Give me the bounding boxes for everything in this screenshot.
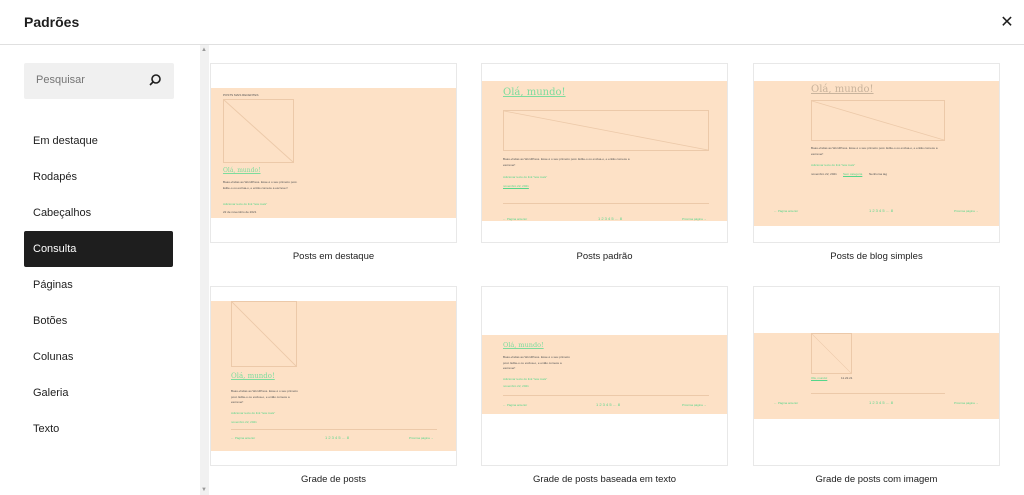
thumb-next: Próxima página →: [682, 217, 707, 221]
thumbnail-preview: POSTS MAIS RECENTES Olá, mundo! Boas-vin…: [211, 88, 456, 218]
thumb-excerpt: Boas-vindas ao WordPress. Esse é o seu p…: [223, 180, 298, 190]
close-icon[interactable]: ✕: [998, 12, 1016, 32]
thumb-date: 22 de novembro de 2021: [223, 210, 257, 214]
category-em-destaque[interactable]: Em destaque: [24, 123, 173, 159]
thumb-post-title: Olá, mundo!: [811, 376, 828, 380]
thumb-post-title: Olá, mundo!: [231, 372, 275, 380]
pattern-grade-posts-texto[interactable]: Olá, mundo! Boas-vindas ao WordPress. Es…: [481, 286, 728, 466]
category-galeria[interactable]: Galeria: [24, 375, 173, 411]
thumb-prev: ← Página anterior: [503, 403, 528, 407]
thumb-read-more: Adicionar texto do link "leia mais": [503, 377, 548, 381]
thumb-pages: 1 2 3 4 5 … 8: [869, 208, 894, 213]
scroll-up-arrow-icon[interactable]: ▲: [201, 47, 207, 53]
thumb-date: novembro 22, 2021: [811, 172, 837, 176]
thumb-pages: 1 2 3 4 5 … 8: [325, 435, 350, 440]
thumb-read-more: Adicionar texto do link "leia mais": [503, 175, 548, 179]
thumb-next: Próxima página →: [954, 401, 979, 405]
scrollbar[interactable]: ▲ ▼: [200, 45, 209, 495]
pattern-label: Grade de posts baseada em texto: [532, 474, 677, 485]
thumb-read-more: Adicionar texto do link "leia mais": [223, 202, 268, 206]
search-input[interactable]: Pesquisar: [24, 63, 174, 99]
thumb-pages: 1 2 3 4 5 … 8: [596, 402, 621, 407]
thumb-pages: 1 2 3 4 5 … 8: [869, 400, 894, 405]
modal-title: Padrões: [24, 14, 80, 30]
divider: [231, 429, 437, 430]
category-consulta[interactable]: Consulta: [24, 231, 173, 267]
category-sidebar: Pesquisar Em destaque Rodapés Cabeçalhos…: [0, 45, 200, 495]
pattern-grade-posts-imagem[interactable]: Olá, mundo! 11.22.21 ← Página anterior 1…: [753, 286, 1000, 466]
pattern-label: Grade de posts: [301, 474, 366, 485]
image-placeholder: [811, 333, 852, 374]
thumb-date: novembro 22, 2021: [503, 384, 529, 388]
search-placeholder: Pesquisar: [36, 74, 85, 86]
category-paginas[interactable]: Páginas: [24, 267, 173, 303]
thumb-prev: ← Página anterior: [774, 209, 799, 213]
thumb-heading: POSTS MAIS RECENTES: [223, 93, 259, 97]
divider: [503, 395, 709, 396]
thumbnail-preview: Olá, mundo! Boas-vindas ao WordPress. Es…: [754, 81, 999, 226]
divider: [811, 393, 945, 394]
image-placeholder: [223, 99, 294, 163]
pattern-label: Posts padrão: [576, 251, 633, 262]
category-rodapes[interactable]: Rodapés: [24, 159, 173, 195]
thumb-excerpt: Boas-vindas ao WordPress. Esse é o seu p…: [503, 157, 630, 167]
thumb-date: novembro 22, 2021: [503, 184, 529, 188]
thumbnail-preview: Olá, mundo! Boas-vindas ao WordPress. Es…: [482, 335, 727, 414]
thumb-date: 11.22.21: [841, 376, 853, 380]
category-botoes[interactable]: Botões: [24, 303, 173, 339]
thumb-pages: 1 2 3 4 5 … 8: [598, 216, 623, 221]
thumbnail-preview: Olá, mundo! Boas-vindas ao WordPress. Es…: [482, 81, 727, 221]
thumb-read-more: Adicionar texto do link "leia mais": [231, 411, 276, 415]
category-list: Em destaque Rodapés Cabeçalhos Consulta …: [24, 123, 173, 447]
thumb-category: Sem categoria: [843, 172, 863, 176]
pattern-posts-em-destaque[interactable]: POSTS MAIS RECENTES Olá, mundo! Boas-vin…: [210, 63, 457, 243]
thumb-prev: ← Página anterior: [231, 436, 256, 440]
thumb-excerpt: Boas-vindas ao WordPress. Esse é o seu p…: [231, 389, 298, 404]
thumb-post-title: Olá, mundo!: [223, 167, 261, 174]
pattern-posts-padrao[interactable]: Olá, mundo! Boas-vindas ao WordPress. Es…: [481, 63, 728, 243]
scroll-down-arrow-icon[interactable]: ▼: [201, 487, 207, 493]
modal-header: Padrões ✕: [0, 0, 1024, 45]
pattern-label: Posts de blog simples: [830, 251, 923, 262]
thumb-excerpt: Boas-vindas ao WordPress. Esse é o seu p…: [503, 355, 570, 370]
pattern-posts-blog-simples[interactable]: Olá, mundo! Boas-vindas ao WordPress. Es…: [753, 63, 1000, 243]
thumb-post-title: Olá, mundo!: [811, 84, 874, 95]
thumb-post-title: Olá, mundo!: [503, 341, 544, 349]
thumb-excerpt: Boas-vindas ao WordPress. Esse é o seu p…: [811, 146, 938, 156]
image-placeholder: [231, 301, 297, 367]
image-placeholder: [811, 100, 945, 141]
pattern-label: Posts em destaque: [292, 251, 375, 262]
thumbnail-preview: Olá, mundo! 11.22.21 ← Página anterior 1…: [754, 333, 999, 419]
image-placeholder: [503, 110, 709, 151]
thumb-post-title: Olá, mundo!: [503, 87, 566, 98]
thumb-next: Próxima página →: [682, 403, 707, 407]
thumb-prev: ← Página anterior: [774, 401, 799, 405]
thumb-date: novembro 22, 2021: [231, 420, 257, 424]
search-icon: [149, 74, 161, 86]
thumb-read-more: Adicionar texto do link "leia mais": [811, 163, 856, 167]
category-colunas[interactable]: Colunas: [24, 339, 173, 375]
thumbnail-preview: Olá, mundo! Boas-vindas ao WordPress. Es…: [211, 301, 456, 451]
pattern-grade-de-posts[interactable]: Olá, mundo! Boas-vindas ao WordPress. Es…: [210, 286, 457, 466]
divider: [503, 203, 709, 204]
thumb-next: Próxima página →: [954, 209, 979, 213]
category-texto[interactable]: Texto: [24, 411, 173, 447]
thumb-tags: Nenhuma tag: [869, 172, 888, 176]
thumb-prev: ← Página anterior: [503, 217, 528, 221]
category-cabecalhos[interactable]: Cabeçalhos: [24, 195, 173, 231]
thumb-next: Próxima página →: [409, 436, 434, 440]
pattern-label: Grade de posts com imagem: [815, 474, 938, 485]
